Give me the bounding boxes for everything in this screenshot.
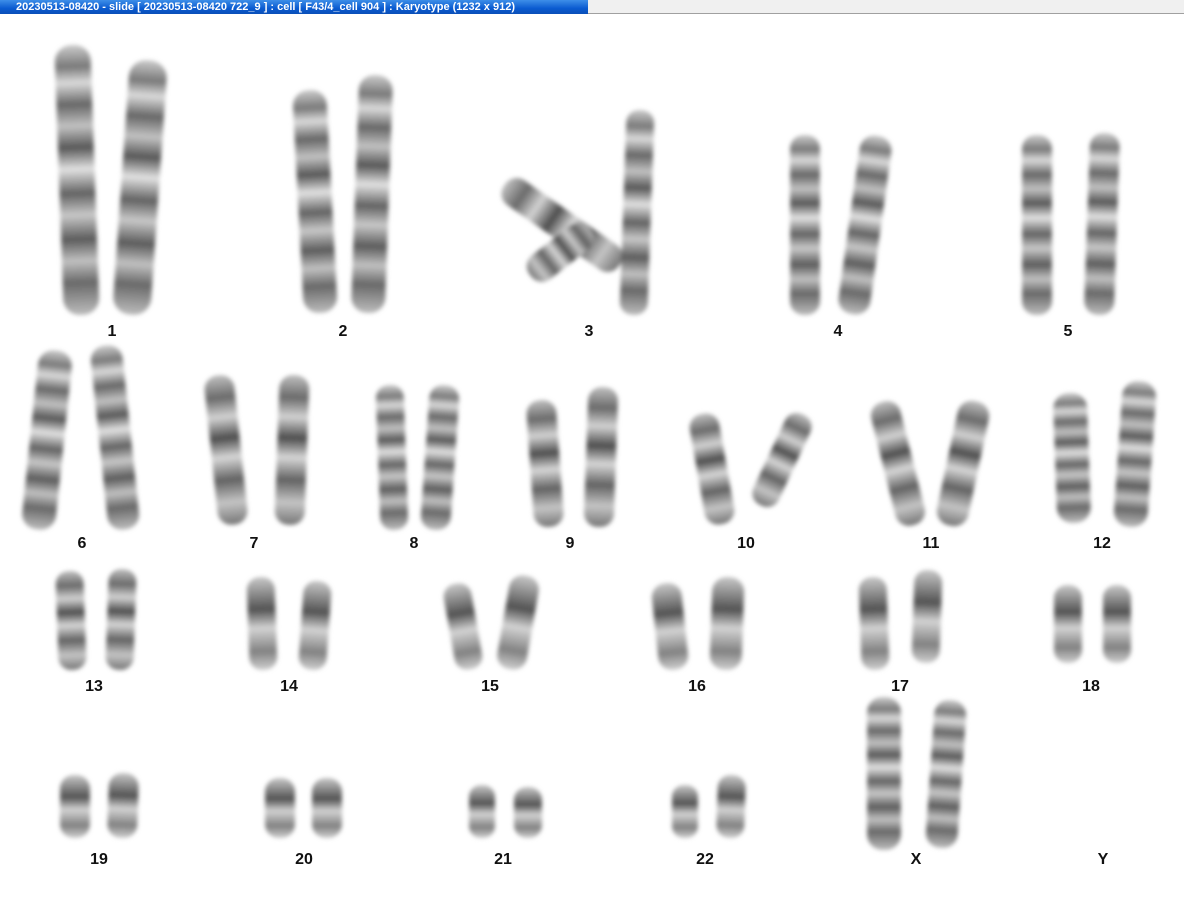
chromatid xyxy=(292,90,338,313)
chromosome-pair-6[interactable] xyxy=(21,344,141,531)
chromosome-label: 1 xyxy=(107,323,117,340)
chromosome-label: X xyxy=(910,851,922,868)
chromatid xyxy=(204,375,248,525)
chromosome-label: 5 xyxy=(1063,323,1073,340)
chromatid xyxy=(867,697,901,850)
chromosome-pair-20[interactable] xyxy=(265,778,342,838)
chromatid xyxy=(514,787,542,838)
chromatid xyxy=(651,583,689,670)
karyotype-image xyxy=(21,44,1157,850)
chromatid xyxy=(1103,585,1131,663)
chromatid xyxy=(1022,135,1052,315)
chromosome-pair-15[interactable] xyxy=(442,573,541,672)
chromosome-pair-13[interactable] xyxy=(55,568,137,671)
chromatid xyxy=(584,386,618,528)
chromatid xyxy=(870,401,926,526)
chromosome-label: 19 xyxy=(90,851,108,868)
chromatid xyxy=(469,785,495,838)
chromosome-pair-19[interactable] xyxy=(60,772,139,839)
karyotype-canvas[interactable]: 1 2 3 4 5 6 7 8 9 10 11 12 13 14 15 16 17 18 19 20 21 22 X Y xyxy=(0,15,1184,899)
chromosome-pair-18[interactable] xyxy=(1054,585,1131,663)
chromatid xyxy=(790,135,820,315)
chromatid xyxy=(375,384,409,531)
chromosome-label: 18 xyxy=(1082,678,1100,695)
chromosome-pair-3[interactable] xyxy=(496,110,655,316)
title-bar: 20230513-08420 - slide [ 20230513-08420 … xyxy=(0,0,1184,14)
chromatid xyxy=(716,774,746,839)
chromatid xyxy=(838,135,892,315)
chromosome-label: 6 xyxy=(77,535,87,552)
chromosome-pair-7[interactable] xyxy=(203,374,310,526)
chromosome-pair-17[interactable] xyxy=(858,569,943,671)
chromosome-pair-12[interactable] xyxy=(1053,380,1157,528)
window-title[interactable]: 20230513-08420 - slide [ 20230513-08420 … xyxy=(0,0,588,14)
chromatid xyxy=(709,576,745,671)
chromatid xyxy=(1113,381,1157,527)
chromosome-pair-1[interactable] xyxy=(54,44,168,316)
chromosome-label: 20 xyxy=(295,851,313,868)
chromatid xyxy=(105,568,137,671)
chromatid xyxy=(274,374,310,526)
chromosome-pair-22[interactable] xyxy=(672,774,746,839)
chromosome-pair-X[interactable] xyxy=(867,697,967,850)
chromosome-label: 22 xyxy=(696,851,714,868)
chromosome-pair-4[interactable] xyxy=(790,134,893,317)
chromosome-label: 21 xyxy=(494,851,512,868)
chromosome-label: Y xyxy=(1097,851,1109,868)
chromatid xyxy=(936,400,990,527)
chromosome-pair-21[interactable] xyxy=(469,785,542,838)
chromatid xyxy=(265,778,295,838)
chromosome-pair-14[interactable] xyxy=(246,576,332,671)
chromatid xyxy=(351,75,393,313)
chromatid xyxy=(107,772,139,839)
chromosome-label: 12 xyxy=(1093,535,1111,552)
chromatid xyxy=(619,110,655,315)
chromatid xyxy=(925,700,967,848)
chromatid xyxy=(752,412,812,508)
chromatid xyxy=(54,45,100,315)
chromosome-label: 2 xyxy=(338,323,348,340)
chromatid xyxy=(55,570,87,671)
chromatid xyxy=(443,583,483,670)
chromatid xyxy=(1084,132,1120,316)
chromosome-pair-16[interactable] xyxy=(651,576,745,671)
chromatid xyxy=(497,575,539,670)
chromatid xyxy=(113,60,167,315)
chromatid xyxy=(858,576,890,671)
chromatid xyxy=(1054,585,1082,663)
chromosome-label: 16 xyxy=(688,678,706,695)
chromosome-pair-5[interactable] xyxy=(1022,132,1120,316)
chromosome-label: 14 xyxy=(280,678,298,695)
chromosome-pair-11[interactable] xyxy=(868,398,992,529)
chromatid xyxy=(420,385,460,530)
chromosome-label: 4 xyxy=(833,323,843,340)
chromosome-label: 3 xyxy=(584,323,594,340)
chromosome-label: 9 xyxy=(565,535,575,552)
chromatid xyxy=(672,785,698,838)
chromosome-label: 11 xyxy=(922,535,940,552)
chromatid xyxy=(22,350,72,530)
chromosome-label: 10 xyxy=(737,535,755,552)
chromosome-label: 13 xyxy=(85,678,103,695)
chromatid xyxy=(911,569,943,664)
karyotype-window: 20230513-08420 - slide [ 20230513-08420 … xyxy=(0,0,1184,899)
chromosome-label: 17 xyxy=(891,678,909,695)
chromosome-pair-10[interactable] xyxy=(688,409,816,527)
chromosome-layer xyxy=(21,44,1157,850)
chromosome-label: 15 xyxy=(481,678,499,695)
chromosome-label: 7 xyxy=(249,535,259,552)
chromatid xyxy=(60,775,90,838)
chromatid xyxy=(526,400,564,527)
chromatid xyxy=(298,580,332,671)
chromosome-pair-2[interactable] xyxy=(292,74,393,313)
chromosome-pair-8[interactable] xyxy=(375,384,460,531)
chromatid xyxy=(90,345,140,530)
chromosome-pair-9[interactable] xyxy=(526,386,619,528)
chromatid xyxy=(689,413,735,525)
chromosome-label: 8 xyxy=(409,535,419,552)
chromatid xyxy=(246,576,278,671)
chromatid xyxy=(312,778,342,838)
chromatid xyxy=(1053,392,1091,524)
